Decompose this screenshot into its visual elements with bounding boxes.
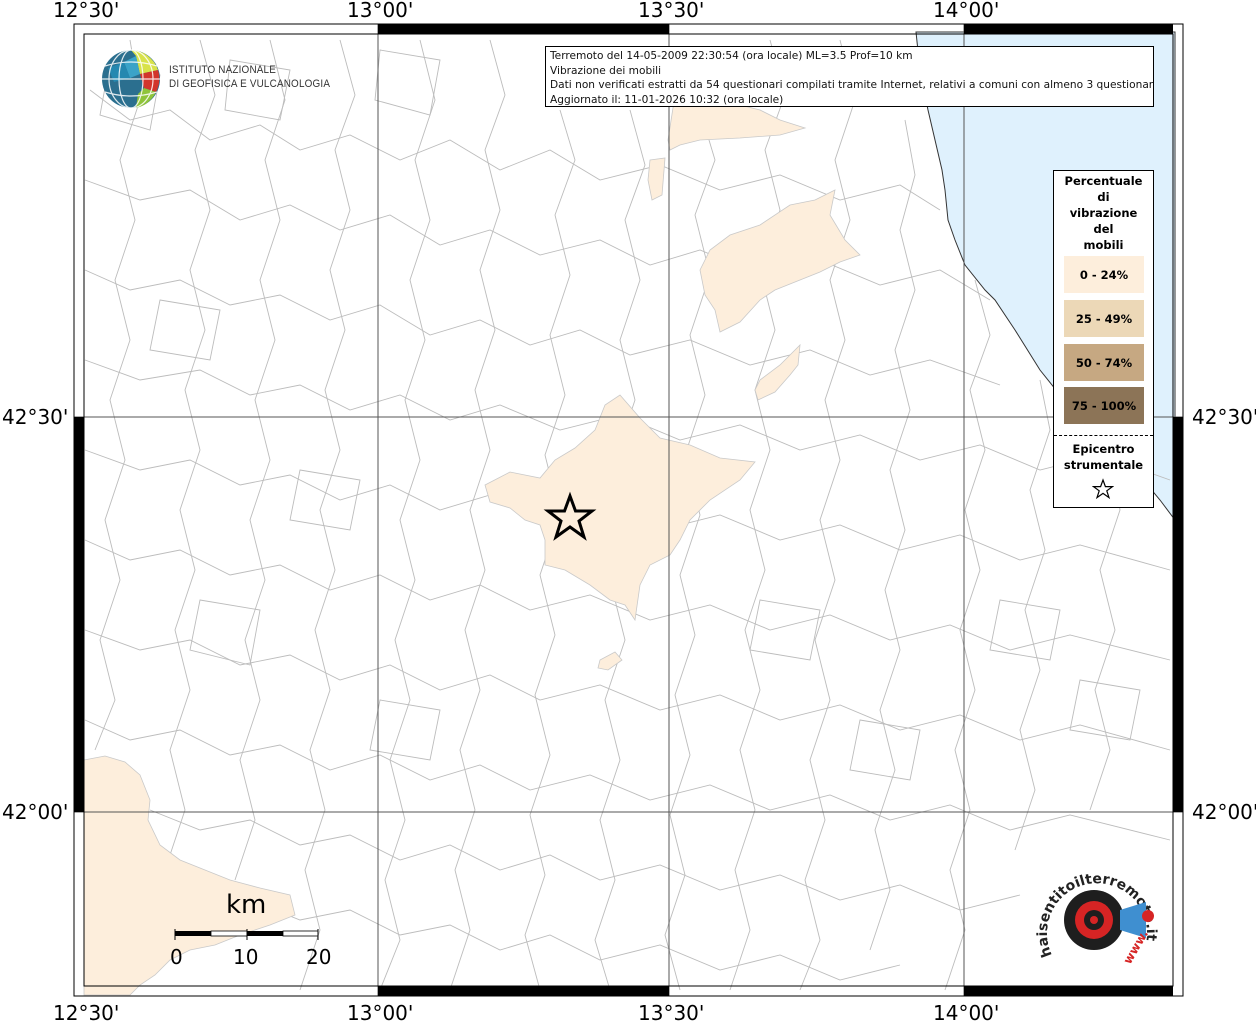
lon-label-bottom-1300: 13°00' (347, 1001, 414, 1025)
legend-epicenter-title: Epicentro strumentale (1054, 441, 1153, 473)
lon-label-top-1230: 12°30' (53, 0, 120, 22)
legend-separator (1054, 435, 1153, 436)
legend-title-line: del (1093, 222, 1114, 236)
legend-class-25-49: 25 - 49% (1064, 300, 1144, 337)
legend-epicenter-line: strumentale (1063, 458, 1144, 472)
scale-label-20: 20 (306, 945, 332, 969)
legend-title-line: di (1097, 190, 1110, 204)
lon-label-top-1300: 13°00' (347, 0, 414, 22)
lon-label-bottom-1400: 14°00' (933, 1001, 1000, 1025)
haisentitoilterremoto-logo: haisentitoilterremoto.it www. (1030, 860, 1170, 980)
legend-epicenter-line: Epicentro (1072, 442, 1135, 456)
lon-label-bottom-1330: 13°30' (638, 1001, 705, 1025)
scale-bar: km 0 10 20 (170, 890, 340, 970)
lon-label-top-1400: 14°00' (933, 0, 1000, 22)
legend-title-line: Percentuale (1064, 174, 1143, 188)
scale-label-0: 0 (170, 945, 183, 969)
legend-title-line: mobili (1083, 238, 1124, 252)
scale-unit-label: km (226, 890, 267, 920)
legend-class-label: 50 - 74% (1075, 355, 1133, 370)
legend-title-line: vibrazione (1069, 206, 1138, 220)
legend-class-0-24: 0 - 24% (1064, 256, 1144, 293)
legend-class-label: 0 - 24% (1079, 267, 1129, 282)
event-info-line-1: Terremoto del 14-05-2009 22:30:54 (ora l… (550, 50, 913, 62)
event-info-line-2: Vibrazione dei mobili (550, 64, 662, 77)
legend-class-50-74: 50 - 74% (1064, 344, 1144, 381)
scale-label-10: 10 (233, 945, 259, 969)
lon-label-bottom-1230: 12°30' (53, 1001, 120, 1025)
ingv-globe-icon (102, 49, 160, 109)
lat-label-right-4200: 42°00' (1192, 800, 1256, 824)
legend-class-75-100: 75 - 100% (1064, 387, 1144, 424)
lat-label-left-4230: 42°30' (2, 405, 69, 429)
legend-title: Percentuale di vibrazione del mobili (1054, 171, 1153, 253)
legend-class-label: 75 - 100% (1071, 398, 1137, 413)
lat-label-right-4230: 42°30' (1192, 405, 1256, 429)
event-info-line-4: Aggiornato il: 11-01-2026 10:32 (ora loc… (550, 93, 784, 106)
lat-label-left-4200: 42°00' (2, 800, 69, 824)
felt-area-ne2 (647, 157, 666, 201)
lon-label-top-1330: 13°30' (638, 0, 705, 22)
event-info-line-3: Dati non verificati estratti da 54 quest… (550, 79, 1154, 92)
hst-url-text: www. (1120, 927, 1151, 966)
ingv-name-line1: ISTITUTO NAZIONALE (169, 64, 277, 76)
legend-star-icon (1092, 478, 1114, 500)
hst-target-icon: haisentitoilterremoto.it www. (1035, 871, 1159, 966)
ingv-name-line2: DI GEOFISICA E VULCANOLOGIA (169, 78, 331, 90)
ingv-logo: ISTITUTO NAZIONALE DI GEOFISICA E VULCAN… (100, 48, 330, 110)
event-info-box: Terremoto del 14-05-2009 22:30:54 (ora l… (545, 46, 1154, 107)
legend: Percentuale di vibrazione del mobili 0 -… (1053, 170, 1154, 508)
legend-class-label: 25 - 49% (1075, 311, 1133, 326)
